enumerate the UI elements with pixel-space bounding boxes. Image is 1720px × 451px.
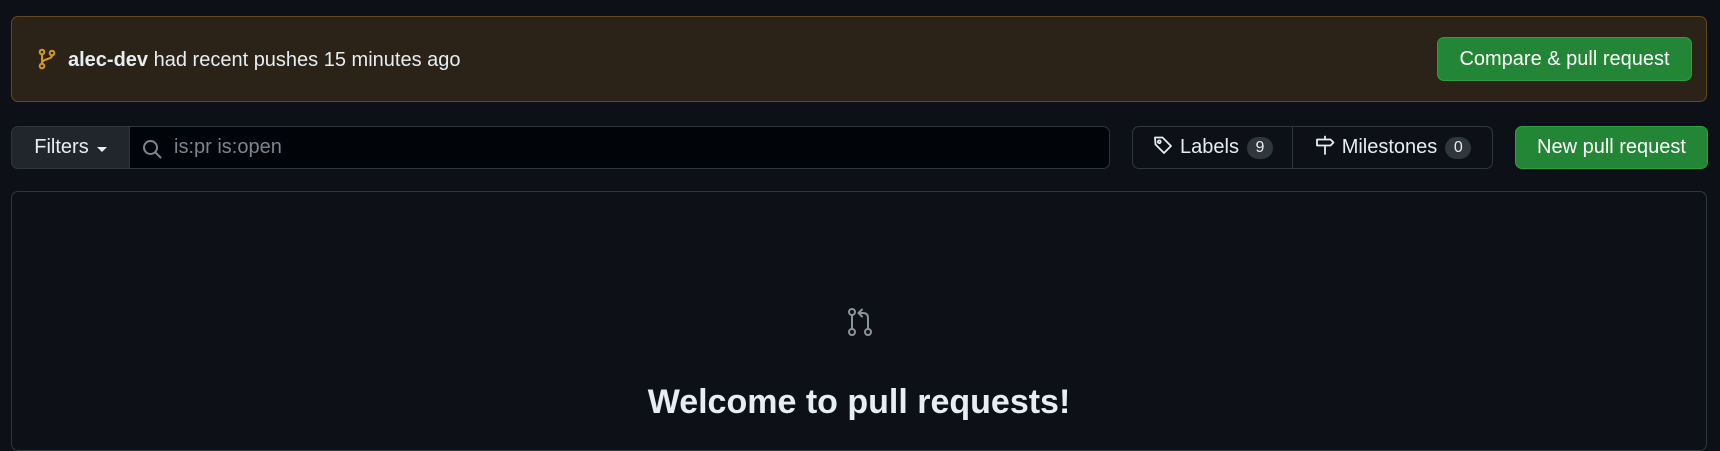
labels-count-badge: 9 bbox=[1246, 136, 1273, 159]
empty-state-title: Welcome to pull requests! bbox=[647, 383, 1071, 421]
milestones-label: Milestones bbox=[1341, 136, 1438, 158]
git-branch-icon bbox=[36, 48, 58, 70]
push-message: alec-dev had recent pushes 15 minutes ag… bbox=[68, 48, 461, 72]
labels-milestones-group: Labels 9 Milestones 0 bbox=[1132, 126, 1493, 169]
filters-label: Filters bbox=[34, 136, 89, 158]
new-pull-request-button[interactable]: New pull request bbox=[1515, 126, 1708, 169]
milestone-icon bbox=[1314, 134, 1336, 162]
push-username[interactable]: alec-dev bbox=[68, 49, 148, 71]
tag-icon bbox=[1152, 134, 1174, 162]
search-icon bbox=[141, 138, 163, 160]
recent-push-banner: alec-dev had recent pushes 15 minutes ag… bbox=[11, 16, 1707, 102]
search-container bbox=[129, 126, 1110, 169]
compare-pull-request-button[interactable]: Compare & pull request bbox=[1437, 37, 1692, 81]
milestones-count-badge: 0 bbox=[1445, 136, 1472, 159]
push-message-text: had recent pushes 15 minutes ago bbox=[148, 49, 461, 71]
filters-button[interactable]: Filters bbox=[11, 126, 129, 169]
git-pull-request-icon bbox=[844, 306, 876, 338]
milestones-link[interactable]: Milestones 0 bbox=[1293, 127, 1492, 168]
labels-link[interactable]: Labels 9 bbox=[1133, 127, 1293, 168]
search-input[interactable] bbox=[174, 127, 1094, 168]
caret-down-icon bbox=[96, 146, 107, 152]
labels-label: Labels bbox=[1180, 136, 1239, 158]
empty-state-panel: Welcome to pull requests! bbox=[11, 191, 1707, 451]
pr-toolbar: Filters Labels 9 bbox=[0, 126, 1720, 169]
